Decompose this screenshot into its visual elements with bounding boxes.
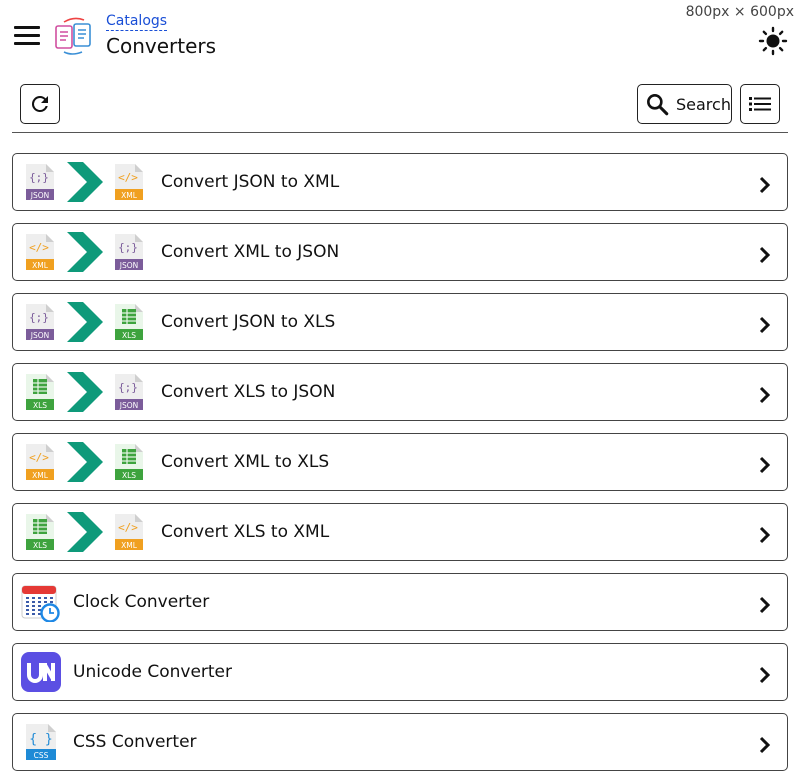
converter-item[interactable]: Clock Converter [12, 573, 788, 631]
converters-logo-icon [55, 17, 91, 55]
svg-text:JSON: JSON [30, 191, 50, 200]
chevron-right-icon [759, 316, 771, 334]
unicode-icon [21, 652, 61, 692]
svg-text:</>: </> [118, 521, 138, 534]
converter-item-label: Convert JSON to XML [161, 172, 340, 192]
xls-file-icon: XLS [115, 304, 143, 340]
chevron-right-icon [759, 666, 771, 684]
search-button[interactable]: Search [637, 84, 732, 124]
toolbar: Search [12, 84, 788, 124]
refresh-button[interactable] [20, 84, 60, 124]
app-header: Catalogs Converters [0, 0, 800, 70]
calendar-clock-icon [21, 585, 60, 622]
converter-item-label: Clock Converter [73, 592, 210, 612]
list-icon [749, 97, 771, 111]
list-view-button[interactable] [740, 84, 780, 124]
svg-text:{ }: { } [29, 732, 52, 747]
converter-item-icons: { } CSS [21, 722, 61, 762]
svg-text:JSON: JSON [119, 401, 139, 410]
json-file-icon: {;} JSON [26, 304, 54, 340]
chevron-right-arrow-icon [67, 162, 103, 202]
converter-item[interactable]: XLS </> XML Convert XLS to XML [12, 503, 788, 561]
svg-text:XLS: XLS [122, 471, 136, 480]
chevron-right-icon [759, 456, 771, 474]
toolbar-divider [12, 132, 788, 133]
page-title: Converters [106, 34, 217, 58]
css-file-icon: { } CSS [26, 724, 56, 760]
svg-text:XLS: XLS [33, 541, 47, 550]
svg-text:XLS: XLS [122, 331, 136, 340]
converter-item-icons: {;} JSON </> XML [23, 162, 146, 202]
sun-icon[interactable] [758, 26, 788, 56]
converter-item-icons: </> XML XLS [23, 442, 146, 482]
converter-item[interactable]: </> XML XLS Convert XML to XLS [12, 433, 788, 491]
chevron-right-icon [759, 526, 771, 544]
chevron-right-arrow-icon [67, 232, 103, 272]
breadcrumb-catalogs-link[interactable]: Catalogs [106, 12, 168, 31]
svg-text:{;}: {;} [29, 311, 49, 324]
xml-file-icon: </> XML [26, 444, 54, 480]
converter-item-label: Convert XLS to JSON [161, 382, 336, 402]
svg-text:JSON: JSON [119, 261, 139, 270]
xls-file-icon: XLS [115, 444, 143, 480]
chevron-right-icon [759, 386, 771, 404]
chevron-right-arrow-icon [67, 442, 103, 482]
chevron-right-arrow-icon [67, 372, 103, 412]
converter-item-label: Convert XLS to XML [161, 522, 330, 542]
chevron-right-arrow-icon [67, 302, 103, 342]
svg-text:</>: </> [118, 171, 138, 184]
chevron-right-arrow-icon [67, 512, 103, 552]
chevron-right-icon [759, 246, 771, 264]
svg-text:{;}: {;} [29, 171, 49, 184]
converter-item[interactable]: {;} JSON </> XML Convert JSON to XML [12, 153, 788, 211]
converter-item-label: Convert XML to XLS [161, 452, 330, 472]
converter-item-icons [21, 582, 61, 622]
converter-item-label: Convert JSON to XLS [161, 312, 336, 332]
chevron-right-icon [759, 176, 771, 194]
converter-item[interactable]: { } CSS CSS Converter [12, 713, 788, 771]
converter-item-icons: XLS </> XML [23, 512, 146, 552]
svg-text:XML: XML [121, 541, 138, 550]
svg-text:{;}: {;} [118, 381, 138, 394]
converter-item-icons: </> XML {;} JSON [23, 232, 146, 272]
xml-file-icon: </> XML [26, 234, 54, 270]
svg-text:{;}: {;} [118, 241, 138, 254]
xls-file-icon: XLS [26, 514, 54, 550]
converter-item[interactable]: XLS {;} JSON Convert XLS to JSON [12, 363, 788, 421]
converter-item-label: Convert XML to JSON [161, 242, 340, 262]
converter-item-icons [21, 652, 61, 692]
converter-item-icons: {;} JSON XLS [23, 302, 146, 342]
converter-list: {;} JSON </> XML Convert JSON to XML </> XML {;… [12, 153, 788, 771]
svg-text:XML: XML [32, 261, 49, 270]
converter-item-label: CSS Converter [73, 732, 197, 752]
menu-icon[interactable] [14, 26, 40, 46]
svg-text:JSON: JSON [30, 331, 50, 340]
converter-item-label: Unicode Converter [73, 662, 233, 682]
search-button-label: Search [676, 94, 731, 114]
svg-text:XLS: XLS [33, 401, 47, 410]
json-file-icon: {;} JSON [115, 374, 143, 410]
converter-item[interactable]: Unicode Converter [12, 643, 788, 701]
svg-text:XML: XML [32, 471, 49, 480]
search-icon [647, 94, 669, 116]
xml-file-icon: </> XML [115, 164, 143, 200]
converter-item[interactable]: {;} JSON XLS Convert JSON to XLS [12, 293, 788, 351]
xml-file-icon: </> XML [115, 514, 143, 550]
chevron-right-icon [759, 736, 771, 754]
svg-text:</>: </> [29, 241, 49, 254]
refresh-icon [31, 95, 48, 112]
svg-text:</>: </> [29, 451, 49, 464]
xls-file-icon: XLS [26, 374, 54, 410]
converter-item[interactable]: </> XML {;} JSON Convert XML to JSON [12, 223, 788, 281]
json-file-icon: {;} JSON [115, 234, 143, 270]
json-file-icon: {;} JSON [26, 164, 54, 200]
converter-item-icons: XLS {;} JSON [23, 372, 146, 412]
svg-text:XML: XML [121, 191, 138, 200]
svg-text:CSS: CSS [34, 751, 49, 760]
chevron-right-icon [759, 596, 771, 614]
